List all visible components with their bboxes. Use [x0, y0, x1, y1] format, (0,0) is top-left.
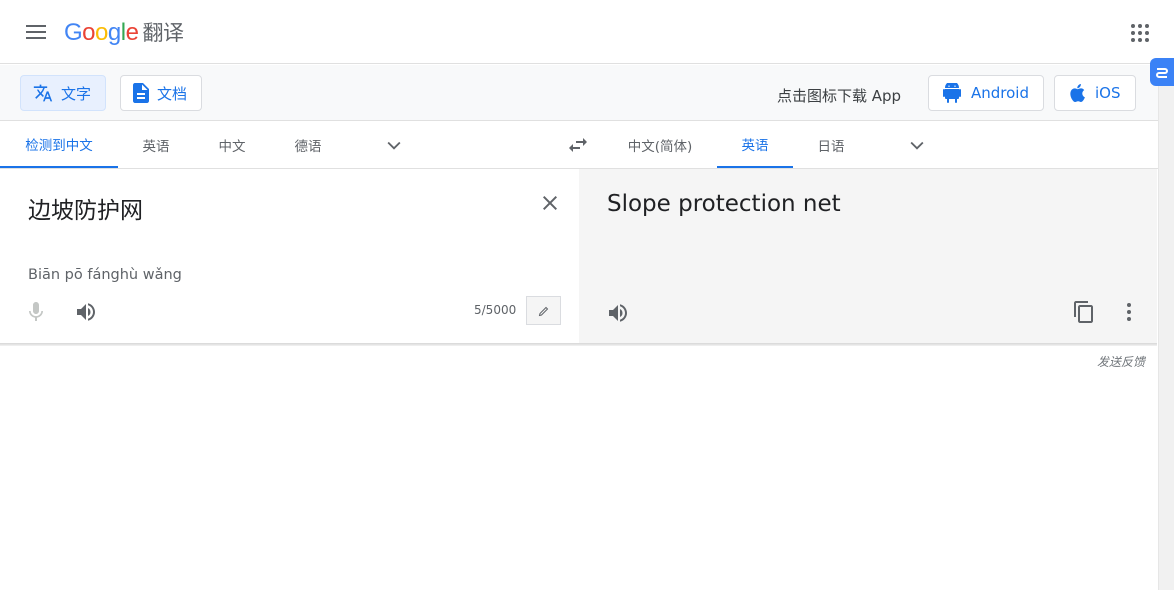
android-app-button[interactable]: Android	[928, 75, 1044, 111]
top-header: G o o g l e 翻译	[0, 0, 1174, 64]
document-icon	[133, 83, 149, 103]
source-lang-tab-german[interactable]: 德语	[270, 121, 346, 168]
ios-app-button[interactable]: iOS	[1054, 75, 1136, 111]
send-feedback-link[interactable]: 发送反馈	[1097, 353, 1145, 370]
character-count: 5/5000	[474, 303, 517, 317]
target-lang-tab-japanese[interactable]: 日语	[793, 121, 869, 168]
source-panel: 边坡防护网 Biān pō fánghù wǎng 5/5000	[0, 169, 579, 343]
translate-icon	[33, 84, 53, 102]
language-bar: 检测到中文 英语 中文 德语 中文(简体) 英语 日语	[0, 121, 1158, 169]
microphone-icon[interactable]	[24, 300, 48, 324]
google-translate-logo[interactable]: G o o g l e 翻译	[64, 17, 184, 47]
logo-letter: g	[107, 19, 121, 46]
swap-languages-icon[interactable]	[566, 133, 590, 157]
target-lang-tab-chinese-simplified[interactable]: 中文(简体)	[612, 121, 708, 168]
product-name: 翻译	[142, 21, 184, 45]
source-text-input[interactable]: 边坡防护网	[28, 191, 143, 225]
android-icon	[943, 83, 961, 103]
target-lang-tab-english[interactable]: 英语	[717, 121, 793, 168]
source-lang-tab-english[interactable]: 英语	[118, 121, 194, 168]
logo-letter: e	[125, 19, 139, 46]
chevron-down-icon[interactable]	[907, 135, 927, 155]
speaker-icon[interactable]	[74, 300, 98, 324]
android-label: Android	[971, 84, 1029, 102]
chevron-down-icon[interactable]	[384, 135, 404, 155]
app-download-text: 点击图标下载 App	[777, 87, 902, 105]
text-mode-button[interactable]: 文字	[20, 75, 107, 111]
pencil-icon	[538, 306, 548, 316]
logo-letter: o	[95, 19, 108, 46]
more-options-icon[interactable]	[1117, 300, 1141, 324]
ios-label: iOS	[1095, 84, 1121, 102]
logo-letter: o	[82, 19, 96, 46]
edit-button[interactable]	[526, 296, 561, 325]
document-mode-button[interactable]: 文档	[120, 75, 203, 111]
apps-grid-icon[interactable]	[1128, 21, 1152, 45]
target-panel: Slope protection net	[579, 169, 1157, 343]
panel-divider	[0, 343, 1157, 346]
source-transliteration: Biān pō fánghù wǎng	[28, 267, 182, 283]
close-icon[interactable]	[538, 191, 562, 215]
source-lang-tab-chinese[interactable]: 中文	[194, 121, 270, 168]
speaker-icon[interactable]	[606, 301, 630, 325]
scrollbar[interactable]	[1158, 64, 1174, 590]
document-mode-label: 文档	[157, 84, 188, 103]
apple-icon	[1070, 84, 1085, 102]
logo-letter: G	[64, 19, 83, 46]
copy-icon[interactable]	[1072, 300, 1096, 324]
source-lang-tab-detected[interactable]: 检测到中文	[0, 121, 118, 168]
translation-output: Slope protection net	[607, 191, 841, 217]
mode-bar: 文字 文档 点击图标下载 App Android iOS	[0, 65, 1158, 121]
extension-icon[interactable]	[1150, 58, 1174, 86]
menu-icon[interactable]	[22, 20, 50, 44]
text-mode-label: 文字	[61, 84, 92, 103]
